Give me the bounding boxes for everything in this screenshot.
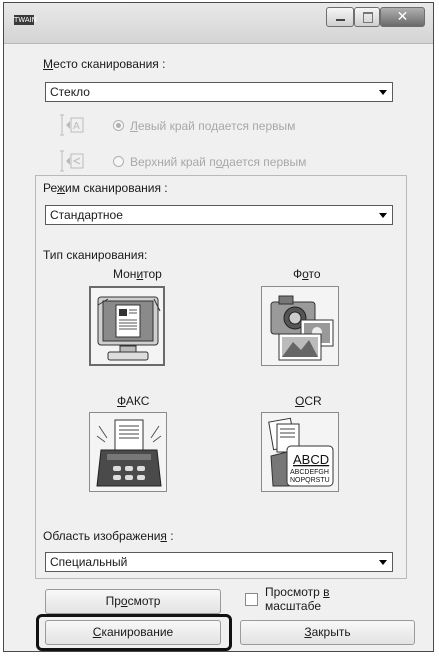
scan-mode-label: Режим сканирования : [43,181,168,195]
close-button[interactable]: Закрыть [240,620,415,645]
fax-icon [96,419,162,487]
ocr-scan-type-button[interactable]: ABCD ABCDEFGH NOPQRSTU [261,412,339,492]
scan-location-select[interactable]: Стекло [45,82,393,102]
scan-button[interactable]: Сканирование [45,620,221,645]
camera-icon [270,295,334,361]
zoom-preview-label: Просмотр в масштабе [265,585,330,613]
top-edge-first-label: Верхний край подается первым [130,155,307,169]
svg-text:NOPQRSTU: NOPQRSTU [290,477,330,484]
photo-scan-type-button[interactable] [261,286,339,366]
ocr-document-icon: ABCD ABCDEFGH NOPQRSTU [268,417,334,487]
close-window-button[interactable]: ✕ [380,7,425,27]
close-icon: ✕ [396,9,409,25]
image-area-label: Область изображения : [43,529,174,543]
twain-app-icon: TWAIN [14,15,37,25]
left-edge-first-label: Левый край подается первым [130,119,296,133]
chevron-down-icon[interactable] [376,208,390,222]
scan-location-label: Место сканирования : [43,57,166,71]
top-edge-first-radio[interactable] [113,156,124,167]
ocr-label: OCR [295,394,322,408]
chevron-down-icon[interactable] [376,555,390,569]
monitor-scan-type-button[interactable] [89,286,165,366]
title-bar[interactable]: TWAIN ✕ [4,3,433,44]
photo-label: Фото [293,267,321,281]
chevron-down-icon[interactable] [376,85,390,99]
scan-mode-value: Стандартное [50,208,123,222]
scan-settings-group [35,175,407,579]
image-area-select[interactable]: Специальный [45,552,393,572]
image-area-value: Специальный [50,555,128,569]
scan-type-label: Тип сканирования: [43,248,148,262]
monitor-label: Монитор [113,267,162,281]
left-edge-first-radio[interactable] [113,120,124,131]
monitor-icon [97,296,161,361]
scanner-dialog: TWAIN ✕ Место сканирования : Стекло A Ле… [3,2,434,652]
svg-text:ABCDEFGH: ABCDEFGH [290,469,329,476]
fax-scan-type-button[interactable] [89,412,167,492]
preview-button[interactable]: Просмотр [45,589,221,614]
fax-label: ФАКС [117,394,150,408]
svg-text:A: A [73,121,80,132]
svg-text:ABCD: ABCD [293,452,329,467]
top-edge-feed-icon [60,150,84,172]
zoom-preview-checkbox[interactable] [245,593,258,606]
left-edge-feed-icon: A [60,114,84,136]
scan-mode-select[interactable]: Стандартное [45,205,393,225]
maximize-button[interactable] [354,7,380,27]
scan-location-value: Стекло [50,85,90,99]
minimize-button[interactable] [326,7,354,27]
